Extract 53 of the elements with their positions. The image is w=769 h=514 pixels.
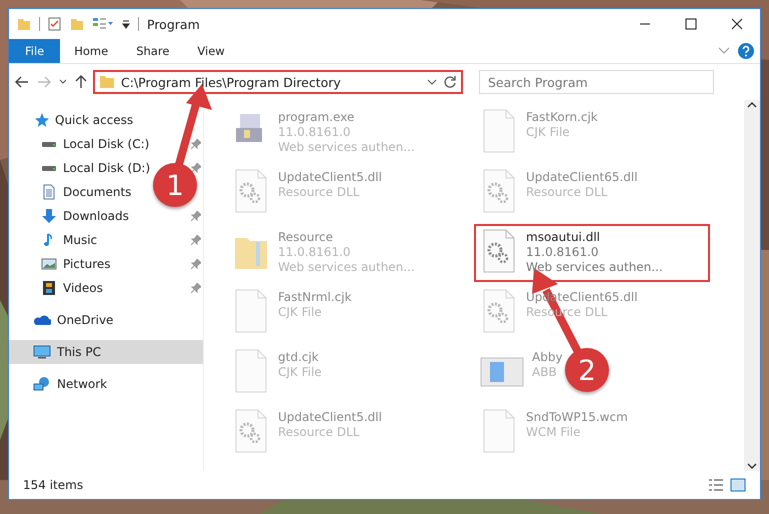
file-detail: CJK File	[278, 305, 323, 319]
file-name[interactable]: Abby	[532, 350, 563, 364]
file-detail: CJK File	[526, 125, 571, 139]
file-name[interactable]: Resource	[278, 230, 415, 244]
file-name[interactable]: UpdateClient5.dll	[278, 170, 382, 184]
file-detail: Resource DLL	[278, 185, 360, 199]
sidebar-item[interactable]: This PC	[9, 340, 203, 364]
search-field[interactable]: Search Program	[479, 70, 714, 94]
file-name[interactable]: program.exe	[278, 110, 415, 124]
file-detail: 11.0.8161.0	[278, 125, 352, 139]
file-name[interactable]: gtd.cjk	[278, 350, 322, 364]
file-name[interactable]: msoautui.dll	[526, 230, 663, 244]
file-item[interactable]: program.exe 11.0.8161.0 Web services authen...	[226, 104, 417, 162]
file-detail: Web services authen...	[526, 260, 663, 274]
file-detail: WCM File	[526, 425, 582, 439]
file-item[interactable]: SndToWP15.wcm WCM File	[474, 404, 630, 462]
sidebar-item[interactable]: Pictures	[9, 252, 203, 276]
file-detail: Web services authen...	[278, 140, 415, 154]
sidebar-item[interactable]: Quick access	[9, 108, 203, 132]
file-name[interactable]: SndToWP15.wcm	[526, 410, 628, 424]
ribbon-tab[interactable]: Share	[122, 39, 184, 63]
file-item[interactable]: Abby ABB	[474, 344, 565, 402]
file-detail: Resource DLL	[526, 185, 608, 199]
file-item[interactable]: UpdateClient5.dll Resource DLL	[226, 164, 384, 222]
file-name[interactable]: UpdateClient65.dll	[526, 170, 638, 184]
sidebar-item[interactable]: Downloads	[9, 204, 203, 228]
file-item[interactable]: FastKorn.cjk CJK File	[474, 104, 600, 162]
sidebar-item[interactable]: Network	[9, 372, 203, 396]
ribbon-tab[interactable]: View	[183, 39, 239, 63]
item-count: 154 items	[23, 478, 84, 492]
window-title: Program	[147, 16, 200, 32]
file-name[interactable]: UpdateClient5.dll	[278, 410, 382, 424]
address-bar[interactable]: C:\Program Files\Program Directory	[93, 70, 463, 94]
file-item[interactable]: FastNrml.cjk CJK File	[226, 284, 354, 342]
file-name[interactable]: FastNrml.cjk	[278, 290, 352, 304]
file-item[interactable]: UpdateClient65.dll Resource DLL	[474, 164, 640, 222]
file-detail: 11.0.8161.0	[526, 245, 600, 259]
sidebar-item[interactable]: OneDrive	[9, 308, 203, 332]
file-item[interactable]: UpdateClient5.dll Resource DLL	[226, 404, 384, 462]
file-detail: CJK File	[278, 365, 322, 379]
file-detail: 11.0.8161.0	[278, 245, 352, 259]
file-item[interactable]: Resource 11.0.8161.0 Web services authen...	[226, 224, 417, 282]
file-item[interactable]: msoautui.dll 11.0.8161.0 Web services authen...	[474, 224, 710, 282]
sidebar-item[interactable]: Local Disk (C:)	[9, 132, 203, 156]
file-name[interactable]: FastKorn.cjk	[526, 110, 598, 124]
file-detail: Web services authen...	[278, 260, 415, 274]
sidebar-item[interactable]: Music	[9, 228, 203, 252]
ribbon-tab[interactable]: Home	[60, 39, 122, 63]
file-detail: ABB	[532, 365, 558, 379]
file-item[interactable]: gtd.cjk CJK File	[226, 344, 324, 402]
file-detail: Resource DLL	[278, 425, 360, 439]
sidebar-item[interactable]: Videos	[9, 276, 203, 300]
ribbon-tab[interactable]: File	[9, 39, 60, 63]
